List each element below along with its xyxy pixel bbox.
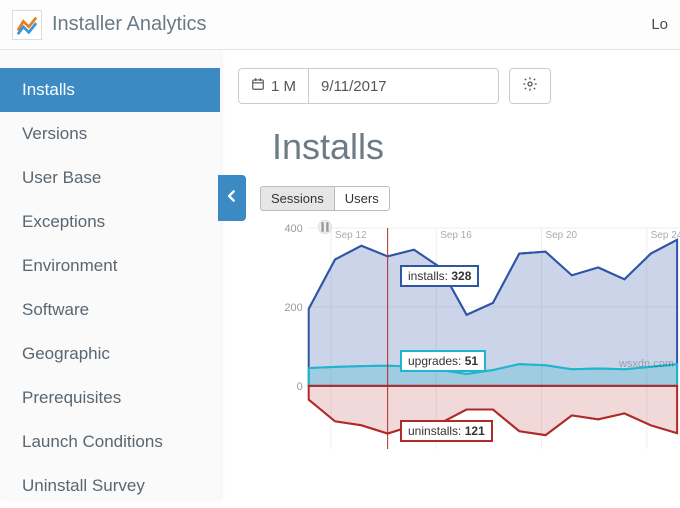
tooltip-installs: installs: 328 xyxy=(400,265,479,287)
app-logo xyxy=(12,10,42,40)
top-bar: Installer Analytics Lo xyxy=(0,0,680,50)
sidebar-item-label: Installs xyxy=(22,80,75,99)
svg-text:0: 0 xyxy=(297,381,303,393)
chart-tabstrip: Sessions Users xyxy=(260,186,680,211)
sidebar-item-installs[interactable]: Installs xyxy=(0,68,220,112)
date-value: 9/11/2017 xyxy=(321,78,387,95)
tab-users[interactable]: Users xyxy=(335,186,390,211)
svg-text:Sep 20: Sep 20 xyxy=(546,230,578,241)
sidebar-item-exceptions[interactable]: Exceptions xyxy=(0,200,220,244)
date-range-button[interactable]: 1 M xyxy=(238,68,309,104)
chart-logo-icon xyxy=(16,14,38,36)
sidebar-item-label: Prerequisites xyxy=(22,388,121,407)
page-title: Installs xyxy=(272,126,680,168)
tooltip-label: upgrades: xyxy=(408,354,461,368)
sidebar-item-label: Exceptions xyxy=(22,212,105,231)
chart-svg: 0 200 400 Sep 12 Sep 16 Sep 20 Sep 24 xyxy=(260,220,680,449)
tooltip-label: uninstalls: xyxy=(408,424,461,438)
chart: 0 200 400 Sep 12 Sep 16 Sep 20 Sep 24 installs… xyxy=(260,219,680,449)
sidebar-item-label: Versions xyxy=(22,124,87,143)
tooltip-value: 51 xyxy=(465,354,478,368)
settings-button[interactable] xyxy=(509,68,551,104)
tab-sessions[interactable]: Sessions xyxy=(260,186,335,211)
sidebar-item-geographic[interactable]: Geographic xyxy=(0,332,220,376)
tab-label: Sessions xyxy=(271,191,324,206)
gear-icon xyxy=(522,76,538,96)
chevron-left-icon xyxy=(225,187,239,210)
sidebar-item-label: Launch Conditions xyxy=(22,432,163,451)
date-range-label: 1 M xyxy=(271,78,296,95)
app-title: Installer Analytics xyxy=(52,13,207,36)
svg-text:Sep 16: Sep 16 xyxy=(440,230,472,241)
sidebar-item-label: Environment xyxy=(22,256,117,275)
svg-text:Sep 24: Sep 24 xyxy=(651,230,680,241)
svg-text:400: 400 xyxy=(284,223,302,235)
watermark: wsxdn.com xyxy=(619,358,674,370)
sidebar-item-label: Uninstall Survey xyxy=(22,476,145,495)
collapse-sidebar-button[interactable] xyxy=(218,175,246,221)
svg-text:Sep 12: Sep 12 xyxy=(335,230,367,241)
date-input[interactable]: 9/11/2017 xyxy=(309,68,499,104)
sidebar-item-environment[interactable]: Environment xyxy=(0,244,220,288)
pause-icon[interactable] xyxy=(318,220,332,234)
sidebar: Installs Versions User Base Exceptions E… xyxy=(0,50,220,500)
tooltip-upgrades: upgrades: 51 xyxy=(400,350,486,372)
tooltip-label: installs: xyxy=(408,269,448,283)
login-link[interactable]: Lo xyxy=(651,16,668,33)
sidebar-item-uninstall-survey[interactable]: Uninstall Survey xyxy=(0,464,220,508)
sidebar-item-launch-conditions[interactable]: Launch Conditions xyxy=(0,420,220,464)
svg-text:200: 200 xyxy=(284,302,302,314)
sidebar-item-user-base[interactable]: User Base xyxy=(0,156,220,200)
sidebar-item-versions[interactable]: Versions xyxy=(0,112,220,156)
calendar-icon xyxy=(251,77,265,95)
tooltip-value: 328 xyxy=(451,269,471,283)
tab-label: Users xyxy=(345,191,379,206)
sidebar-item-software[interactable]: Software xyxy=(0,288,220,332)
sidebar-item-prerequisites[interactable]: Prerequisites xyxy=(0,376,220,420)
sidebar-item-label: Software xyxy=(22,300,89,319)
tooltip-uninstalls: uninstalls: 121 xyxy=(400,420,493,442)
sidebar-item-label: Geographic xyxy=(22,344,110,363)
main-area: 1 M 9/11/2017 Installs Sessions Users xyxy=(220,50,680,500)
tooltip-value: 121 xyxy=(465,424,485,438)
date-toolbar: 1 M 9/11/2017 xyxy=(238,68,680,104)
sidebar-item-label: User Base xyxy=(22,168,101,187)
